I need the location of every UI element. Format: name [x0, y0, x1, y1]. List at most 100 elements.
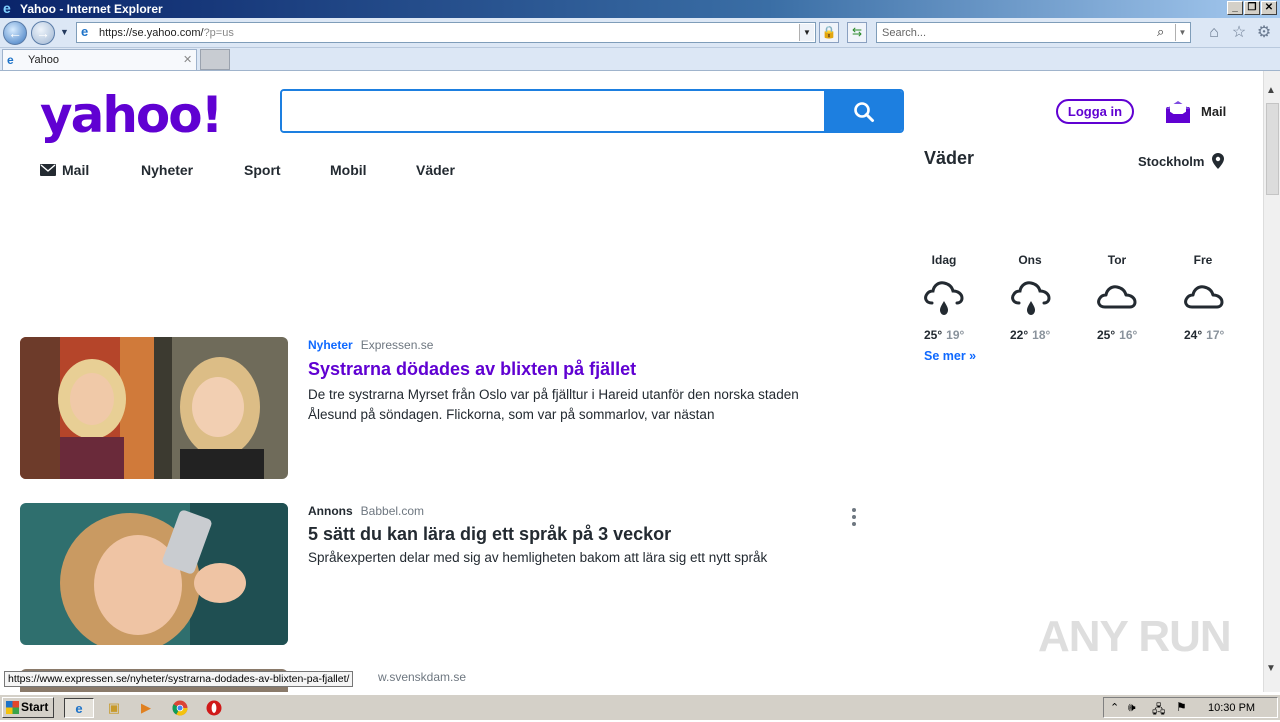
more-options-icon[interactable] — [850, 507, 858, 527]
search-button[interactable] — [824, 91, 902, 131]
close-tab-icon[interactable]: ✕ — [183, 53, 192, 66]
login-button[interactable]: Logga in — [1056, 99, 1134, 124]
page-icon: e — [81, 24, 89, 39]
taskbar-chrome-icon[interactable] — [168, 698, 192, 718]
status-url-tooltip: https://www.expressen.se/nyheter/systrar… — [4, 671, 354, 687]
start-label: Start — [21, 700, 49, 714]
address-dropdown-icon[interactable]: ▼ — [799, 24, 814, 41]
search-input[interactable] — [282, 91, 824, 131]
windows-logo-icon — [6, 701, 19, 714]
weather-title[interactable]: Väder — [924, 148, 974, 169]
search-icon — [854, 102, 874, 122]
article-source: Expressen.se — [360, 338, 434, 352]
nav-vader[interactable]: Väder — [416, 162, 455, 178]
ie-logo-icon: e — [3, 0, 11, 16]
close-window-button[interactable]: ✕ — [1261, 1, 1277, 15]
article-image[interactable] — [20, 337, 288, 479]
taskbar-explorer-icon[interactable]: ▣ — [102, 698, 126, 718]
browser-search-input[interactable]: Search... ⌕ ▼ — [876, 22, 1191, 43]
ad-image[interactable] — [20, 503, 288, 645]
mail-label: Mail — [1201, 104, 1227, 119]
article-category[interactable]: Nyheter — [308, 338, 353, 352]
temp-high: 25° — [1097, 328, 1116, 342]
rain-cloud-icon — [1009, 277, 1053, 317]
new-tab-button[interactable] — [200, 49, 230, 70]
nav-mail[interactable]: Mail — [40, 162, 89, 178]
search-icon[interactable]: ⌕ — [1157, 24, 1164, 40]
ad-meta: Annons Babbel.com — [308, 504, 424, 518]
weather-day-label: Tor — [1107, 253, 1127, 267]
forward-button[interactable]: → — [31, 21, 55, 45]
temp-low: 18° — [1032, 328, 1051, 342]
anyrun-watermark: ANY RUN — [1038, 612, 1232, 661]
page-content: yahoo! Logga in Mail Mail Nyheter Sport … — [0, 71, 1263, 692]
location-pin-icon — [1212, 153, 1225, 169]
search-dropdown-icon[interactable]: ▼ — [1175, 24, 1189, 41]
tab-bar: e Yahoo ✕ — [0, 48, 1280, 71]
yahoo-logo[interactable]: yahoo! — [40, 87, 223, 143]
temp-high: 22° — [1010, 328, 1029, 342]
cloud-icon — [1182, 277, 1226, 317]
article-meta: Nyheter Expressen.se — [308, 338, 433, 352]
weather-location-label: Stockholm — [1138, 154, 1205, 169]
rain-cloud-icon — [922, 277, 966, 317]
start-button[interactable]: Start — [2, 697, 54, 718]
browser-navbar: ← → ▼ e https://se.yahoo.com/?p=us ▼ 🔒 ⇆… — [0, 18, 1280, 48]
address-bar[interactable]: e https://se.yahoo.com/?p=us ▼ — [76, 22, 816, 43]
maximize-button[interactable]: ❐ — [1244, 1, 1260, 15]
temp-low: 16° — [1119, 328, 1138, 342]
ad-description: Språkexperten delar med sig av hemlighet… — [308, 550, 768, 565]
nav-sport[interactable]: Sport — [244, 162, 281, 178]
weather-temps: 22° 18° — [1010, 328, 1050, 342]
temp-low: 19° — [946, 328, 965, 342]
weather-temps: 25° 19° — [924, 328, 964, 342]
taskbar-opera-icon[interactable] — [202, 698, 226, 718]
address-url[interactable]: https://se.yahoo.com/?p=us — [99, 27, 234, 39]
scroll-down-icon[interactable]: ▼ — [1266, 663, 1276, 674]
taskbar: Start e ▣ ▶ ⌃ 🕪 🖧 ⚑ 10:30 PM — [0, 694, 1280, 720]
history-dropdown-icon[interactable]: ▼ — [60, 27, 69, 37]
lock-icon[interactable]: 🔒 — [819, 22, 839, 43]
ad-source: Babbel.com — [360, 504, 425, 518]
system-tray: ⌃ 🕪 🖧 ⚑ 10:30 PM — [1103, 697, 1278, 718]
article-source: w.svenskdam.se — [378, 670, 467, 684]
weather-day-label: Fre — [1193, 253, 1213, 267]
temp-low: 17° — [1206, 328, 1225, 342]
refresh-icon[interactable]: ⇆ — [847, 22, 867, 43]
minimize-button[interactable]: _ — [1227, 1, 1243, 15]
taskbar-ie-icon[interactable]: e — [64, 698, 94, 718]
action-center-flag-icon[interactable]: ⚑ — [1176, 700, 1187, 714]
tab-yahoo[interactable]: e Yahoo ✕ — [2, 49, 197, 70]
sisters-photo — [20, 337, 288, 479]
nav-mobil[interactable]: Mobil — [330, 162, 367, 178]
back-button[interactable]: ← — [3, 21, 27, 45]
nav-nyheter[interactable]: Nyheter — [141, 162, 193, 178]
cloud-icon — [1095, 277, 1139, 317]
search-placeholder: Search... — [882, 27, 927, 39]
weather-more-link[interactable]: Se mer » — [924, 349, 976, 363]
weather-location[interactable]: Stockholm — [1138, 153, 1225, 169]
weather-day-label: Ons — [1018, 253, 1042, 267]
temp-high: 24° — [1184, 328, 1203, 342]
window-titlebar: e Yahoo - Internet Explorer _ ❐ ✕ — [0, 0, 1280, 18]
mail-header-link[interactable]: Mail — [1165, 98, 1235, 126]
clock[interactable]: 10:30 PM — [1208, 702, 1255, 714]
taskbar-media-player-icon[interactable]: ▶ — [134, 698, 158, 718]
home-icon[interactable]: ⌂ — [1204, 23, 1224, 43]
vertical-scrollbar[interactable]: ▲ ▼ — [1263, 71, 1280, 692]
tab-label: Yahoo — [28, 54, 59, 66]
search-bar — [280, 89, 904, 133]
ad-title[interactable]: 5 sätt du kan lära dig ett språk på 3 ve… — [308, 524, 671, 545]
favorites-star-icon[interactable]: ☆ — [1229, 23, 1249, 43]
gear-icon[interactable]: ⚙ — [1254, 23, 1274, 43]
tray-expand-icon[interactable]: ⌃ — [1110, 701, 1119, 714]
network-icon[interactable]: 🖧 — [1152, 700, 1165, 721]
volume-icon[interactable]: 🕪 — [1128, 700, 1136, 715]
article-description: De tre systrarna Myrset från Oslo var på… — [308, 387, 799, 422]
weather-temps: 24° 17° — [1184, 328, 1224, 342]
window-title: Yahoo - Internet Explorer — [20, 2, 163, 16]
scroll-thumb[interactable] — [1266, 103, 1279, 195]
temp-high: 25° — [924, 328, 943, 342]
scroll-up-icon[interactable]: ▲ — [1266, 85, 1276, 96]
article-title[interactable]: Systrarna dödades av blixten på fjället — [308, 359, 636, 380]
